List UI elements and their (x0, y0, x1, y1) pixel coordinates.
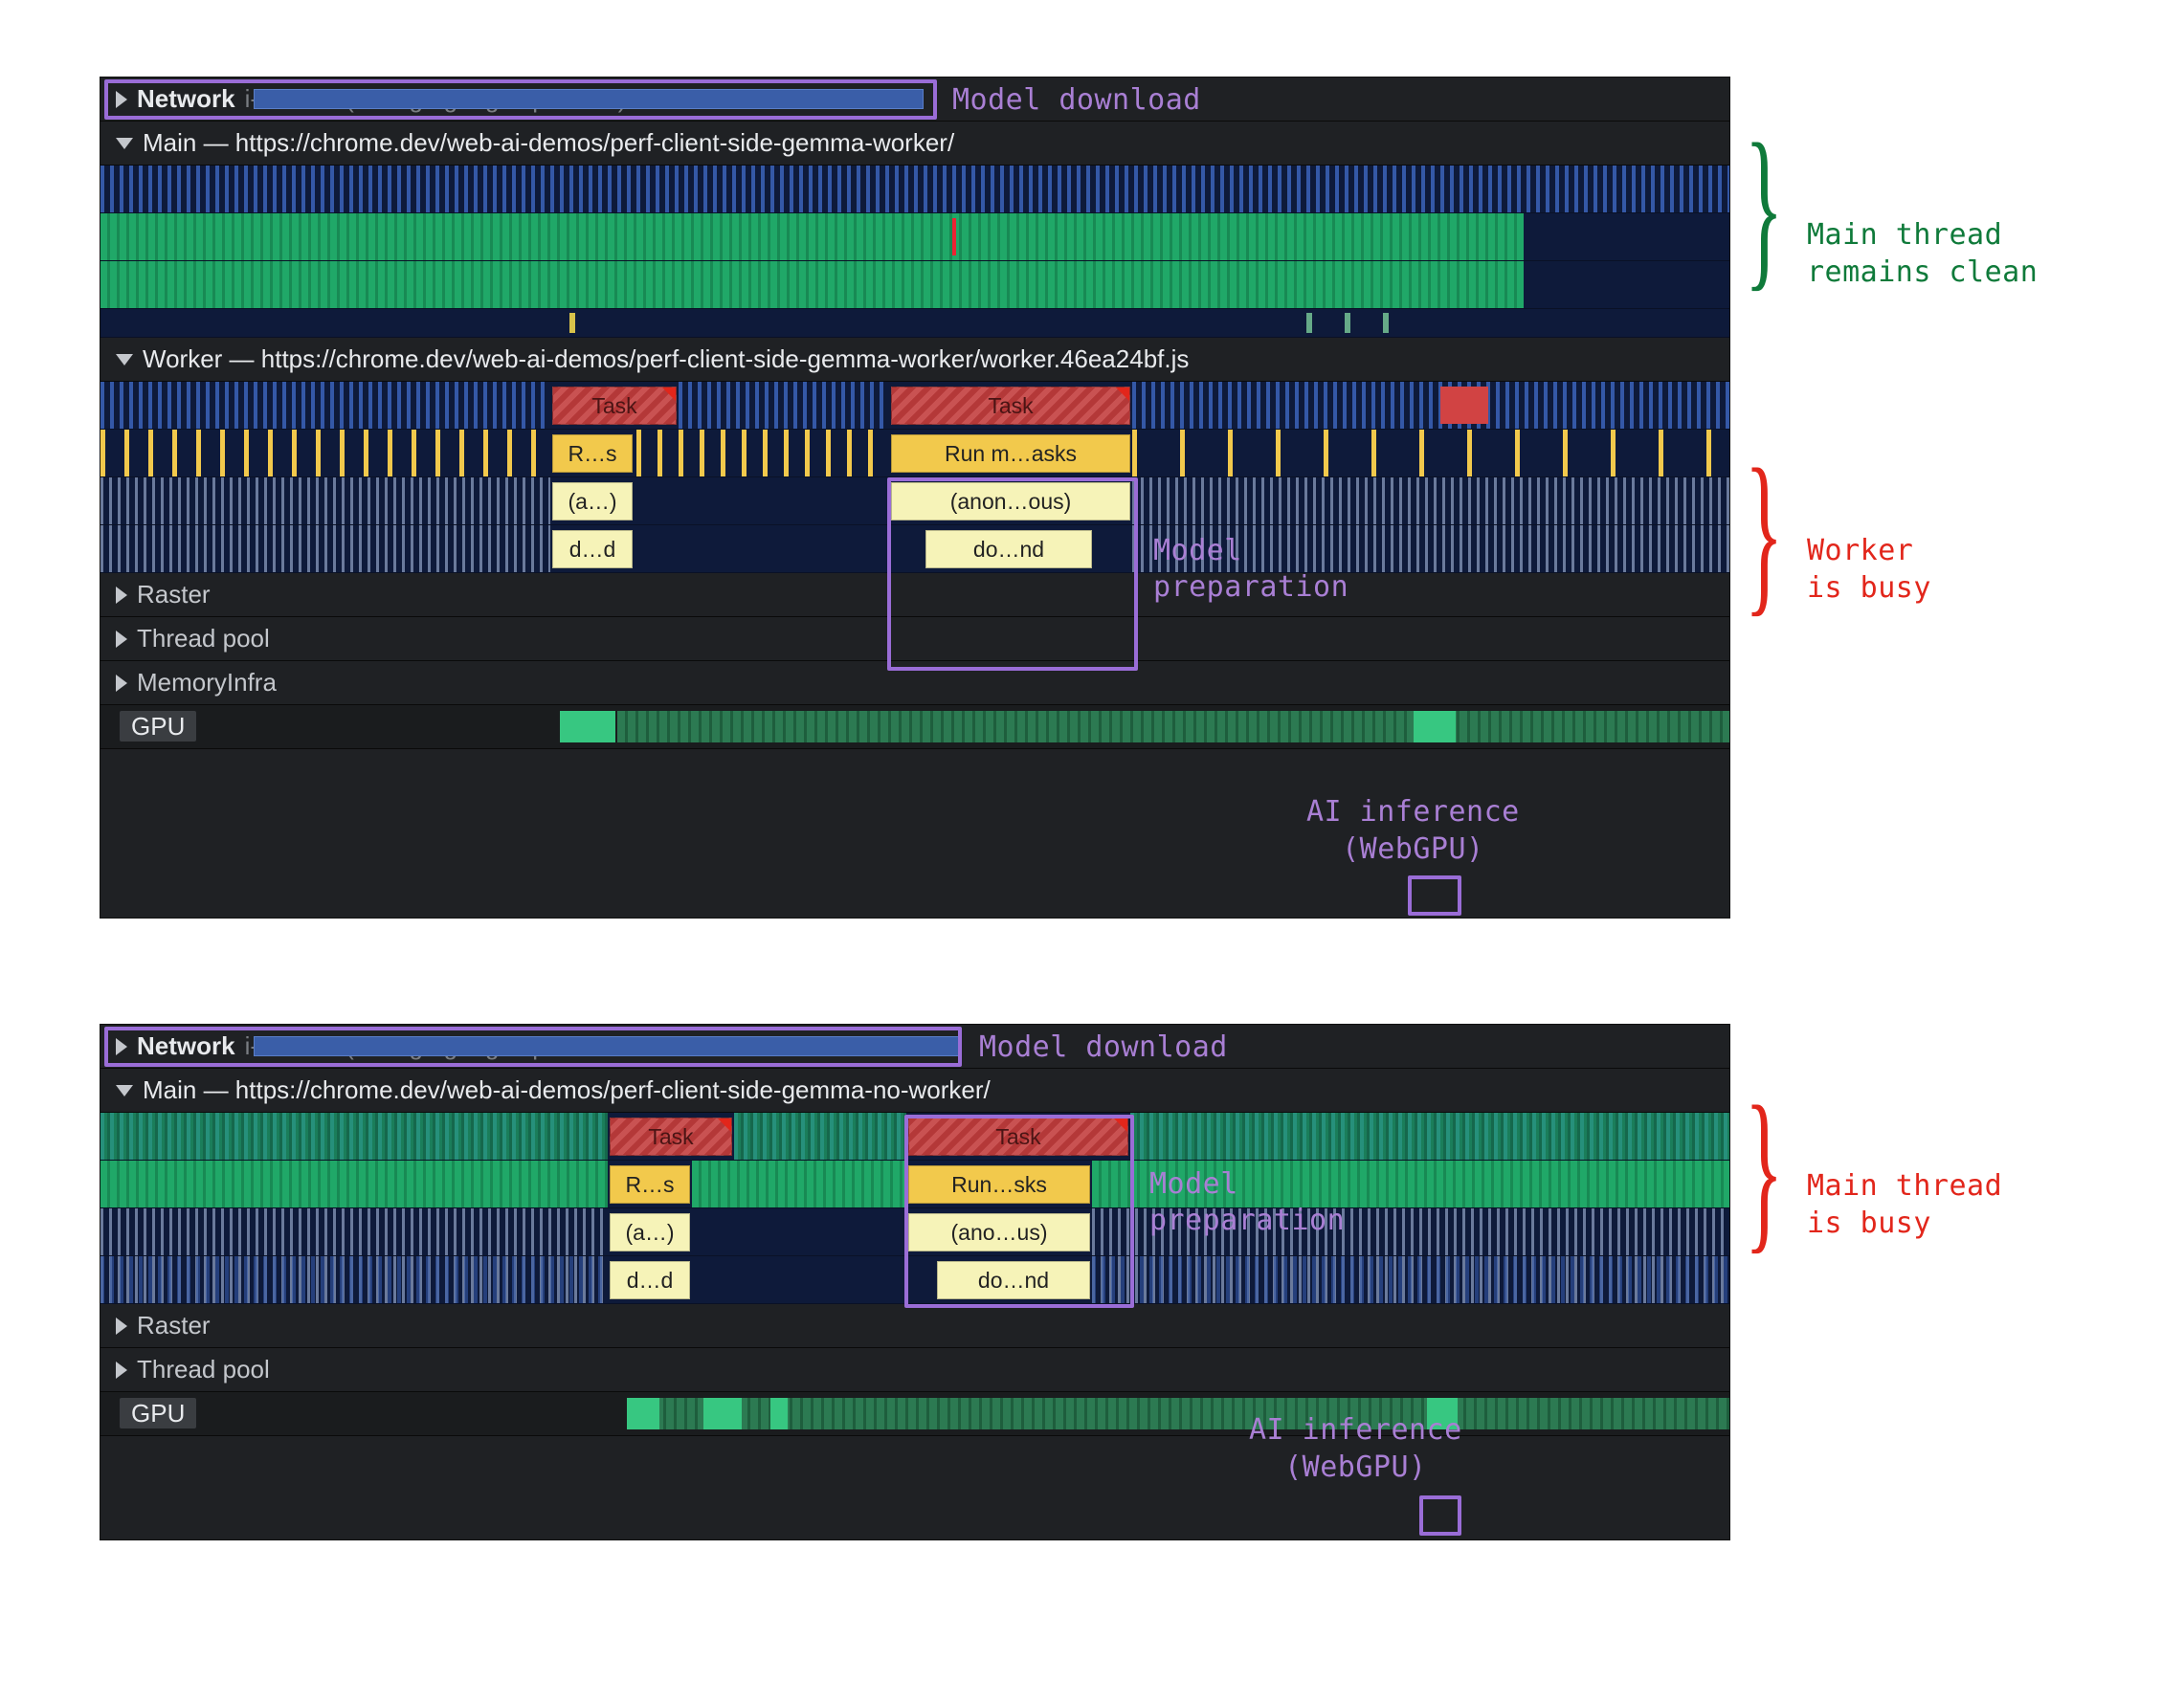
anon-label: (ano…us) (951, 1220, 1048, 1246)
track-threadpool[interactable]: Thread pool (100, 617, 1729, 661)
task-label: Task (648, 1124, 693, 1150)
main-track-task[interactable]: Task Task (100, 1113, 1729, 1161)
task-block[interactable]: Task (552, 387, 677, 425)
anno-ai-inference: AI inference(WebGPU) (1306, 793, 1520, 868)
threadpool-label: Thread pool (137, 1355, 270, 1384)
main-track-4[interactable] (100, 309, 1729, 338)
do-block[interactable]: d…d (552, 530, 633, 568)
collapse-icon[interactable] (116, 138, 133, 149)
main-track-anon[interactable]: (a…) (ano…us) (100, 1208, 1729, 1256)
collapse-icon[interactable] (116, 354, 133, 365)
raster-label: Raster (137, 580, 211, 609)
expand-icon[interactable] (116, 1362, 127, 1379)
memoryinfra-label: MemoryInfra (137, 668, 277, 698)
main-track-1[interactable] (100, 166, 1729, 213)
run-label: R…s (568, 441, 616, 467)
expand-icon[interactable] (116, 631, 127, 648)
anno-model-download: Model download (979, 1030, 1228, 1064)
task-label: Task (995, 1124, 1040, 1150)
run-block[interactable]: R…s (552, 434, 633, 473)
run-block[interactable]: Run…sks (908, 1165, 1090, 1204)
worker-track-do[interactable]: d…d do…nd (100, 525, 1729, 573)
highlight-gpu (1408, 875, 1461, 916)
task-block[interactable]: Task (908, 1118, 1128, 1156)
track-main-header[interactable]: Main — https://chrome.dev/web-ai-demos/p… (100, 122, 1729, 166)
brace-main-busy: } (1745, 1079, 1784, 1259)
highlight-gpu (1419, 1495, 1461, 1536)
anno-ai-inference: AI inference(WebGPU) (1249, 1411, 1462, 1486)
track-main-header[interactable]: Main — https://chrome.dev/web-ai-demos/p… (100, 1069, 1729, 1113)
track-network[interactable]: Network i-int4.bin (storage.googleapis.c… (100, 78, 1729, 122)
do-block[interactable]: do…nd (937, 1261, 1090, 1299)
anno-model-prep: Modelpreparation (1153, 533, 1348, 605)
do-label: d…d (569, 537, 616, 563)
main-track-run[interactable]: R…s Run…sks (100, 1161, 1729, 1208)
anno-main-busy: Main threadis busy (1807, 1167, 2002, 1242)
track-memoryinfra[interactable]: MemoryInfra (100, 661, 1729, 705)
run-label: Run…sks (951, 1172, 1047, 1198)
worker-track-task[interactable]: Task Task (100, 382, 1729, 430)
anno-model-download: Model download (952, 83, 1201, 117)
anno-model-prep: Modelpreparation (1149, 1166, 1345, 1238)
panel-noworker-wrap: Network i-int4.bin (storage.googleapis.c… (100, 1024, 2109, 1540)
anon-block[interactable]: (ano…us) (908, 1213, 1090, 1251)
task-block[interactable]: Task (610, 1118, 732, 1156)
gpu-label: GPU (120, 1398, 196, 1428)
gpu-label: GPU (120, 711, 196, 742)
run-label: Run m…asks (945, 441, 1077, 467)
anno-main-clean: Main threadremains clean (1807, 216, 2038, 291)
task-block[interactable]: Task (891, 387, 1130, 425)
task-label: Task (988, 393, 1033, 419)
track-raster[interactable]: Raster (100, 573, 1729, 617)
do-label: do…nd (978, 1268, 1049, 1294)
do-label: do…nd (973, 537, 1044, 563)
track-network[interactable]: Network i-int4.bin (storage.googleapis.c… (100, 1025, 1729, 1069)
anon-block[interactable]: (a…) (610, 1213, 690, 1251)
track-gpu[interactable]: GPU (100, 1392, 1729, 1436)
panel-worker-wrap: Network i-int4.bin (storage.googleapis.c… (100, 77, 2109, 919)
run-label: R…s (625, 1172, 674, 1198)
main-track-2[interactable] (100, 213, 1729, 261)
anon-block[interactable]: (anon…ous) (891, 482, 1130, 520)
devtools-panel-noworker[interactable]: Network i-int4.bin (storage.googleapis.c… (100, 1024, 1730, 1540)
collapse-icon[interactable] (116, 1085, 133, 1096)
track-worker-header[interactable]: Worker — https://chrome.dev/web-ai-demos… (100, 338, 1729, 382)
task-label: Task (591, 393, 636, 419)
raster-label: Raster (137, 1311, 211, 1340)
do-label: d…d (627, 1268, 674, 1294)
anon-label: (a…) (625, 1220, 674, 1246)
main-label: Main — https://chrome.dev/web-ai-demos/p… (143, 128, 954, 158)
track-threadpool[interactable]: Thread pool (100, 1348, 1729, 1392)
run-block[interactable]: R…s (610, 1165, 690, 1204)
threadpool-label: Thread pool (137, 624, 270, 653)
anon-label: (anon…ous) (950, 489, 1072, 515)
run-block[interactable]: Run m…asks (891, 434, 1130, 473)
expand-icon[interactable] (116, 587, 127, 604)
track-raster[interactable]: Raster (100, 1304, 1729, 1348)
do-block[interactable]: d…d (610, 1261, 690, 1299)
brace-main: } (1745, 117, 1784, 297)
brace-worker: } (1745, 442, 1784, 622)
main-track-3[interactable] (100, 261, 1729, 309)
anno-worker-busy: Workeris busy (1807, 532, 1931, 607)
devtools-panel-worker[interactable]: Network i-int4.bin (storage.googleapis.c… (100, 77, 1730, 919)
track-gpu[interactable]: GPU (100, 705, 1729, 749)
worker-track-run[interactable]: R…s Run m…asks (100, 430, 1729, 477)
expand-icon[interactable] (116, 1318, 127, 1335)
anon-block[interactable]: (a…) (552, 482, 633, 520)
do-block[interactable]: do…nd (925, 530, 1092, 568)
main-label: Main — https://chrome.dev/web-ai-demos/p… (143, 1075, 991, 1105)
worker-label: Worker — https://chrome.dev/web-ai-demos… (143, 344, 1189, 374)
worker-track-anon[interactable]: (a…) (anon…ous) (100, 477, 1729, 525)
anon-label: (a…) (568, 489, 616, 515)
expand-icon[interactable] (116, 675, 127, 692)
main-track-do[interactable]: d…d do…nd (100, 1256, 1729, 1304)
